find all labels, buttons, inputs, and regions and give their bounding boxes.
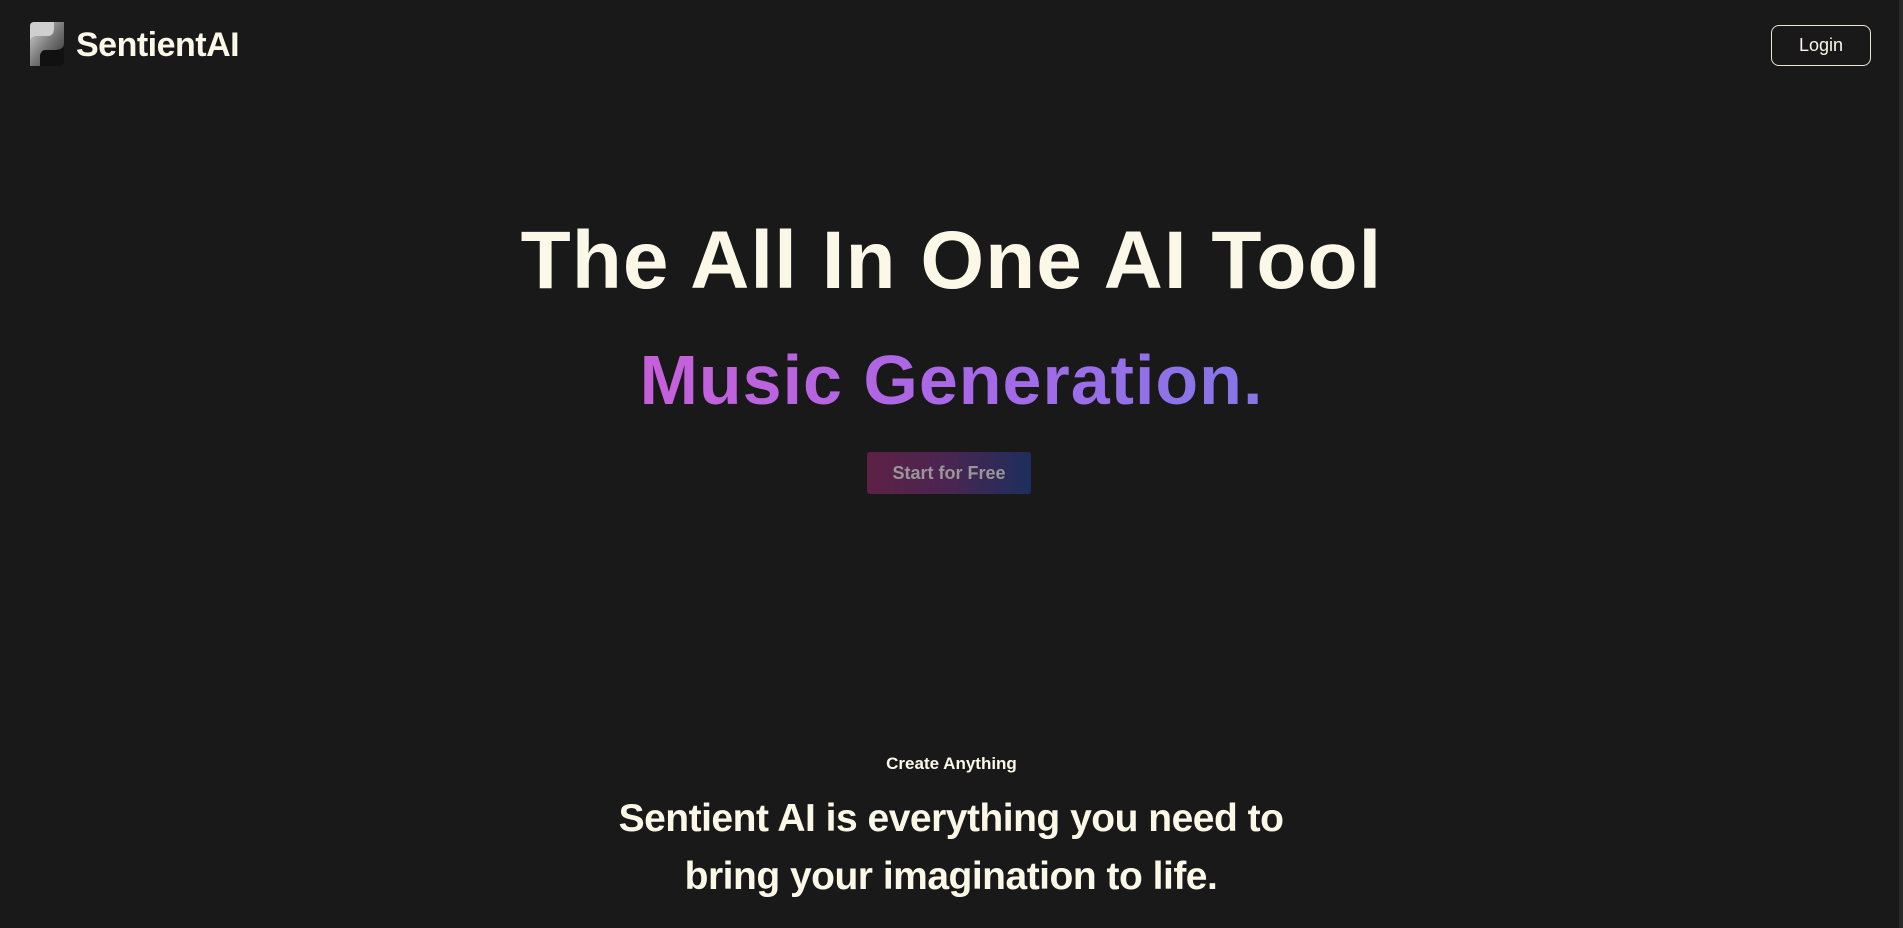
scrollbar[interactable] <box>1899 0 1903 928</box>
landing-page: SentientAI Login The All In One AI Tool … <box>0 0 1903 928</box>
section-heading: Sentient AI is everything you need to br… <box>618 797 1284 898</box>
brand-name: SentientAI <box>76 26 240 64</box>
start-for-free-button[interactable]: Start for Free <box>867 452 1031 494</box>
brand-home-link[interactable]: SentientAI <box>28 20 240 68</box>
hero-subtitle: Music Generation. <box>0 345 1903 415</box>
hero-subtitle-text: Music Generation. <box>639 341 1264 419</box>
login-button[interactable]: Login <box>1771 25 1871 66</box>
sentient-s-logo-icon <box>30 22 64 66</box>
site-header: SentientAI Login <box>0 0 1903 96</box>
section-eyebrow: Create Anything <box>886 754 1017 773</box>
hero-title: The All In One AI Tool <box>520 215 1383 306</box>
